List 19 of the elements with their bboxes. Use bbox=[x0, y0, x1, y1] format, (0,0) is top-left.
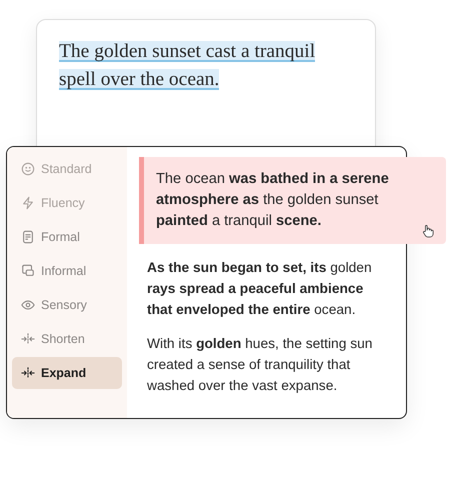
suggestion-text[interactable]: As the sun began to set, its golden rays spread a peaceful ambience that enveloped the entire ocean. bbox=[139, 257, 373, 320]
hand-cursor-icon bbox=[422, 224, 434, 238]
document-icon bbox=[21, 230, 35, 244]
eye-icon bbox=[21, 298, 35, 312]
sidebar-item[interactable]: Formal bbox=[12, 221, 122, 253]
sidebar-item[interactable]: Shorten bbox=[12, 323, 122, 355]
selected-sentence: The golden sunset cast a tranquil spell over the ocean. bbox=[59, 40, 316, 92]
chat-bubbles-icon bbox=[21, 264, 35, 278]
suggestion-text[interactable]: With its golden hues, the setting sun created a sense of tranquility that washed over the vast expanse. bbox=[139, 333, 373, 396]
arrows-inward-icon bbox=[21, 332, 35, 346]
sidebar-item[interactable]: Fluency bbox=[12, 187, 122, 219]
arrows-inward-icon bbox=[21, 366, 35, 380]
sidebar-item[interactable]: Sensory bbox=[12, 289, 122, 321]
smile-icon bbox=[21, 162, 35, 176]
sidebar-item[interactable]: Informal bbox=[12, 255, 122, 287]
sidebar-item[interactable]: Standard bbox=[12, 153, 122, 185]
highlighted-suggestion[interactable]: The ocean was bathed in a serene atmosphere as the golden sunset painted a tranquil scene. bbox=[139, 157, 446, 244]
lightning-icon bbox=[21, 196, 35, 210]
sidebar-item[interactable]: Expand bbox=[12, 357, 122, 389]
